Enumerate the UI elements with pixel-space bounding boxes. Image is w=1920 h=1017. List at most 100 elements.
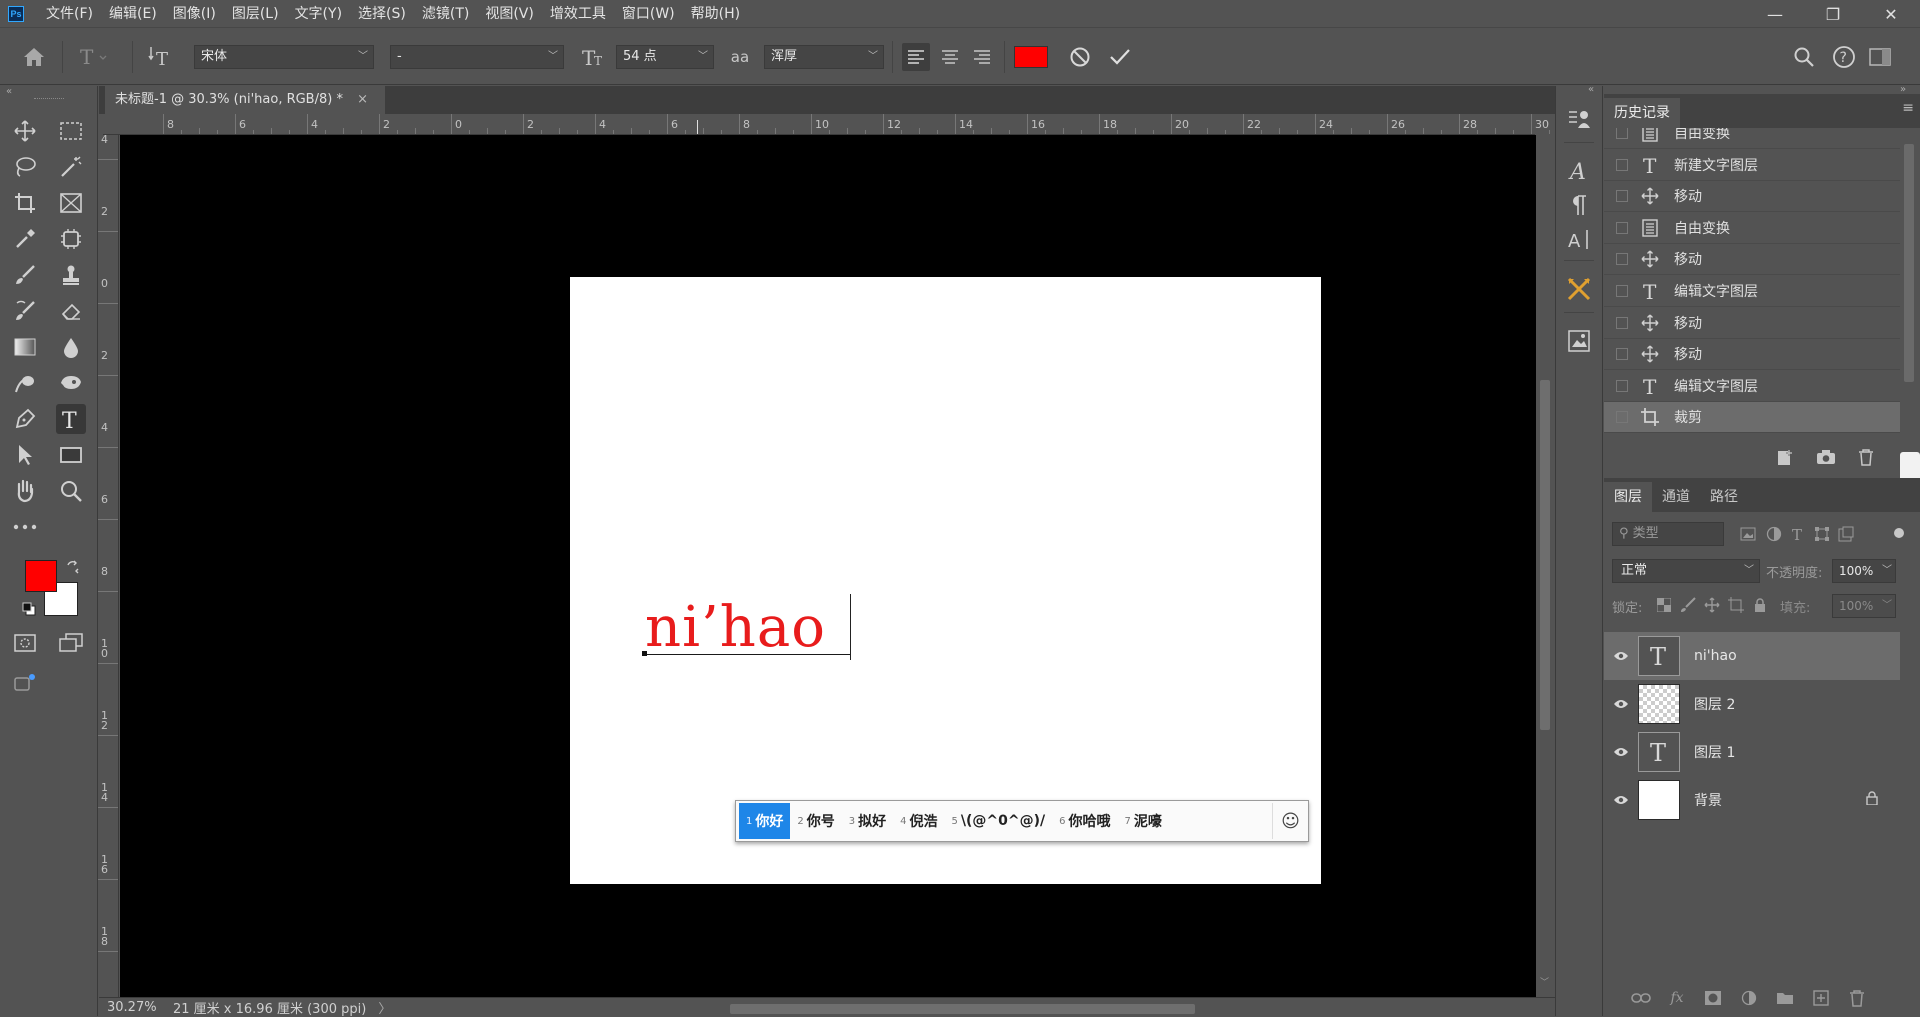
search-icon[interactable] [1790,43,1818,71]
history-item[interactable]: T 新建文字图层 [1604,150,1900,181]
restore-button[interactable]: ❐ [1804,0,1862,28]
lock-all-icon[interactable] [1750,595,1770,615]
default-colors-icon[interactable] [22,602,36,616]
properties-panel-icon[interactable] [1564,104,1594,134]
lock-transparent-pixels-icon[interactable] [1654,595,1674,615]
history-scrollbar-thumb[interactable] [1904,144,1914,382]
panel-menu-icon[interactable]: ≡ [1902,100,1914,116]
path-selection-tool-icon[interactable] [10,440,40,470]
horizontal-scrollbar-thumb[interactable] [730,1004,1195,1014]
magic-wand-tool-icon[interactable] [56,152,86,182]
lock-image-pixels-icon[interactable] [1678,595,1698,615]
menu-filter[interactable]: 滤镜(T) [414,0,477,28]
trash-icon[interactable] [1854,446,1878,468]
visibility-eye-icon[interactable] [1604,651,1638,661]
minimize-button[interactable]: — [1746,0,1804,28]
ime-candidate-7[interactable]: 7 泥嚎 [1117,803,1168,839]
history-item[interactable]: 移动 [1604,181,1900,213]
blend-mode-select[interactable]: 正常 ﹀ [1612,559,1760,583]
blur-tool-icon[interactable] [56,332,86,362]
menu-window[interactable]: 窗口(W) [614,0,683,28]
layer-filter-select[interactable]: ⚲ 类型 [1612,522,1724,546]
history-source-checkbox[interactable] [1616,379,1628,392]
align-center-icon[interactable] [936,43,964,71]
type-tool-icon[interactable]: T [56,404,86,434]
history-item[interactable]: 移动 [1604,308,1900,339]
ime-candidate-3[interactable]: 3 拟好 [842,803,893,839]
ime-candidate-1[interactable]: 1 你好 [739,803,791,839]
history-source-checkbox[interactable] [1616,190,1628,203]
screen-mode-icon[interactable] [56,628,86,658]
align-right-icon[interactable] [968,43,996,71]
menu-layer[interactable]: 图层(L) [224,0,287,28]
editing-text-layer[interactable]: ni’hao [645,595,826,660]
pen-tool-icon[interactable] [10,404,40,434]
new-adjustment-layer-icon[interactable] [1738,988,1760,1008]
marquee-tool-icon[interactable] [56,116,86,146]
smudge-tool-icon[interactable] [56,368,86,398]
menu-type[interactable]: 文字(Y) [287,0,350,28]
gradient-tool-icon[interactable] [10,332,40,362]
swap-colors-icon[interactable] [66,560,80,574]
move-tool-icon[interactable] [10,116,40,146]
align-left-icon[interactable] [902,43,930,71]
filter-toggle-icon[interactable] [1894,528,1904,538]
camera-icon[interactable] [1814,446,1838,468]
history-source-checkbox[interactable] [1616,411,1628,424]
lasso-tool-icon[interactable] [10,152,40,182]
menu-file[interactable]: 文件(F) [38,0,101,28]
dodge-tool-icon[interactable] [10,368,40,398]
history-item[interactable]: 自由变换 [1604,213,1900,244]
spot-healing-tool-icon[interactable] [56,224,86,254]
home-icon[interactable] [20,43,48,71]
edit-toolbar-icon[interactable] [10,668,40,698]
tools-crossed-icon[interactable] [1564,274,1594,304]
history-item[interactable]: 自由变换 [1604,128,1900,149]
rectangle-tool-icon[interactable] [56,440,86,470]
ime-candidate-6[interactable]: 6 你哈哦 [1052,803,1117,839]
menu-help[interactable]: 帮助(H) [683,0,748,28]
visibility-eye-icon[interactable] [1604,795,1638,805]
ime-candidate-4[interactable]: 4 倪浩 [893,803,944,839]
history-source-checkbox[interactable] [1616,348,1628,361]
filter-pixel-icon[interactable] [1738,524,1758,544]
foreground-color-swatch-overlay[interactable] [25,560,57,592]
vertical-scrollbar[interactable]: ﹀ [1536,135,1554,997]
glyphs-panel-icon[interactable]: A [1564,224,1594,254]
frame-tool-icon[interactable] [56,188,86,218]
font-style-select[interactable]: - ﹀ [390,45,564,69]
layer-row[interactable]: 背景 [1604,776,1900,824]
clone-stamp-tool-icon[interactable] [56,260,86,290]
paragraph-panel-icon[interactable] [1564,190,1594,220]
visibility-eye-icon[interactable] [1604,747,1638,757]
commit-edit-icon[interactable] [1106,43,1134,71]
history-item[interactable]: T 编辑文字图层 [1604,371,1900,402]
history-source-checkbox[interactable] [1616,316,1628,329]
emoji-icon[interactable]: ☺ [1272,803,1308,839]
libraries-panel-icon[interactable] [1564,326,1594,356]
crop-tool-icon[interactable] [10,188,40,218]
more-tools-icon[interactable] [10,512,40,542]
character-panel-icon[interactable]: A [1564,156,1594,186]
history-source-checkbox[interactable] [1616,253,1628,266]
lock-artboard-icon[interactable] [1726,595,1746,615]
hand-tool-icon[interactable] [10,476,40,506]
link-layers-icon[interactable] [1630,988,1652,1008]
new-layer-icon[interactable] [1810,988,1832,1008]
cancel-edit-icon[interactable] [1066,43,1094,71]
collapse-arrows-icon[interactable]: « [6,86,12,97]
quick-mask-icon[interactable] [10,628,40,658]
tool-preset-type-icon[interactable]: T [76,43,110,71]
toggle-text-orientation-icon[interactable]: T [146,43,174,71]
new-document-from-state-icon[interactable] [1774,446,1798,468]
filter-adjustment-icon[interactable] [1764,524,1784,544]
layer-row[interactable]: T 图层 1 [1604,728,1900,776]
menu-select[interactable]: 选择(S) [350,0,414,28]
layer-effects-icon[interactable]: fx [1666,988,1688,1008]
history-item[interactable]: T 编辑文字图层 [1604,276,1900,307]
filter-smart-object-icon[interactable] [1836,524,1856,544]
new-group-icon[interactable] [1774,988,1796,1008]
grip-icon[interactable] [34,98,64,100]
lock-position-icon[interactable] [1702,595,1722,615]
filter-type-icon[interactable]: T [1788,524,1808,544]
